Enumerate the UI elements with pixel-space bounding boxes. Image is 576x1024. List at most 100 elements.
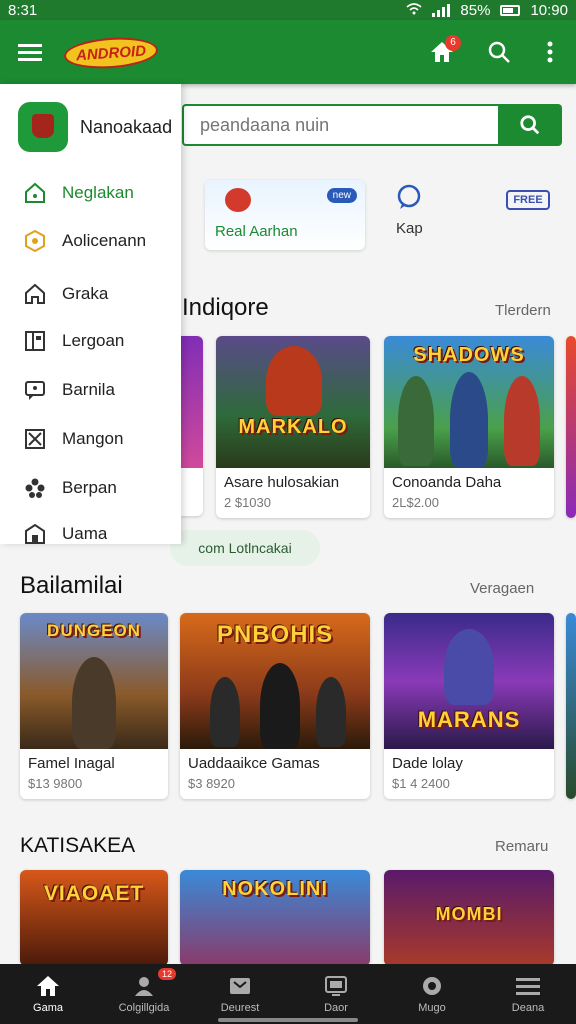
cluster-icon [24, 477, 46, 499]
notification-badge: 6 [445, 35, 461, 51]
search-icon [520, 115, 540, 135]
drawer-item-neglakan[interactable]: Neglakan [24, 182, 134, 204]
bottom-nav-label: Deurest [220, 1002, 260, 1014]
drawer-item-aolicenann[interactable]: Aolicenann [24, 230, 146, 252]
target-icon [24, 230, 46, 252]
game-card-partial[interactable] [566, 613, 576, 799]
drawer-header: Nanoakaad [18, 102, 172, 152]
search-button[interactable] [481, 34, 517, 70]
top-app-bar: ANDROID 6 [0, 20, 576, 84]
drawer-item-label: Neglakan [62, 183, 134, 202]
battery-percent: 85% [460, 1, 491, 19]
home-notifications-button[interactable]: 6 [424, 34, 461, 70]
status-icons: 85% 10:90 [406, 2, 568, 19]
battery-icon [500, 4, 521, 16]
category-chip-free[interactable]: FREE [506, 190, 550, 210]
bottom-nav-label: Mugo [418, 1002, 446, 1014]
game-art: SHADOWS [384, 336, 554, 468]
game-card[interactable]: MARKALO Asare hulosakian 2 $1030 [216, 336, 370, 518]
featured-banner[interactable]: new Real Aarhan [205, 180, 365, 250]
game-name: Famel Inagal [28, 755, 115, 772]
game-art: NOKOLINI [180, 870, 370, 966]
bottom-nav-home[interactable]: Gama [0, 964, 96, 1024]
game-name: Uaddaaikce Gamas [188, 755, 320, 772]
game-card[interactable]: MOMBI [384, 870, 554, 966]
bottom-nav-profile[interactable]: 12 Colgillgida [96, 964, 192, 1024]
section-link-1[interactable]: Tlerdern [495, 302, 551, 319]
bottom-nav-label: Gama [33, 1002, 63, 1014]
bottom-nav-deana[interactable]: Deana [480, 964, 576, 1024]
overflow-menu-button[interactable] [532, 34, 568, 70]
section-link-3[interactable]: Remaru [495, 838, 548, 855]
game-art: VIAOAET [20, 870, 168, 966]
bottom-nav-label: Deana [511, 1002, 545, 1014]
search-input[interactable] [182, 104, 498, 146]
bottom-nav-label: Daor [324, 1002, 348, 1014]
game-name: Dade lolay [392, 755, 463, 772]
game-card[interactable]: DUNGEON Famel Inagal $13 9800 [20, 613, 168, 799]
app-logo: ANDROID [63, 34, 159, 72]
book-icon [24, 330, 46, 352]
game-art: MOMBI [384, 870, 554, 966]
game-price: 2 $1030 [224, 495, 271, 510]
drawer-item-uama[interactable]: Uama [24, 524, 107, 544]
navigation-drawer: Nanoakaad Neglakan Aolicenann Graka Lerg… [0, 84, 181, 544]
drawer-item-label: Berpan [62, 478, 117, 497]
drawer-item-barnila[interactable]: Barnila [24, 379, 115, 401]
drawer-item-label: Barnila [62, 380, 115, 399]
category-chip-kap[interactable]: Kap [396, 184, 423, 237]
bottom-nav-deurest[interactable]: Deurest [192, 964, 288, 1024]
banner-label: Real Aarhan [215, 223, 298, 240]
user-icon [132, 974, 156, 998]
game-card[interactable]: PNBOHIS Uaddaaikce Gamas $3 8920 [180, 613, 370, 799]
menu-icon [18, 44, 42, 61]
section-title-3: KATISAKEA [20, 834, 136, 857]
drawer-item-mangon[interactable]: Mangon [24, 428, 123, 450]
game-art: MARKALO [216, 336, 370, 468]
game-card-partial[interactable] [566, 336, 576, 518]
drawer-item-label: Graka [62, 284, 109, 303]
tv-icon [324, 974, 348, 998]
search-bar [182, 104, 562, 146]
chat-bubble-icon [398, 184, 421, 209]
game-art: DUNGEON [20, 613, 168, 749]
wifi-icon [406, 2, 422, 19]
gear-icon [420, 974, 444, 998]
drawer-app-name: Nanoakaad [80, 116, 173, 137]
fruit-icon [225, 188, 251, 212]
game-art: MARANS [384, 613, 554, 749]
search-icon [488, 41, 510, 63]
game-art: PNBOHIS [180, 613, 370, 749]
drawer-item-graka[interactable]: Graka [24, 283, 108, 305]
drawer-item-berpan[interactable]: Berpan [24, 477, 117, 499]
game-price: $13 9800 [28, 776, 83, 791]
drawer-item-lergoan[interactable]: Lergoan [24, 330, 124, 352]
banner-bubble: new [326, 188, 357, 203]
app-icon [18, 102, 68, 152]
more-vert-icon [547, 41, 553, 63]
section-title-2: Bailamilai [20, 572, 123, 599]
house-icon [24, 283, 46, 305]
chip-label: Kap [396, 220, 423, 237]
game-card[interactable]: MARANS Dade lolay $1 4 2400 [384, 613, 554, 799]
see-more-pill[interactable]: com Lotlncakai [170, 530, 320, 566]
game-name: Conoanda Daha [392, 474, 502, 491]
section-link-2[interactable]: Veragaen [470, 580, 534, 597]
menu-icon [516, 974, 540, 998]
bottom-nav-label: Colgillgida [118, 1002, 170, 1014]
game-card[interactable]: SHADOWS Conoanda Daha 2L$2.00 [384, 336, 554, 518]
hamburger-menu-button[interactable] [12, 34, 48, 70]
home-icon [36, 974, 60, 998]
bottom-nav-daor[interactable]: Daor [288, 964, 384, 1024]
bottom-nav-mugo[interactable]: Mugo [384, 964, 480, 1024]
search-submit-button[interactable] [498, 104, 562, 146]
game-card[interactable]: VIAOAET [20, 870, 168, 966]
section-title-1: Indiqore [182, 294, 269, 321]
card-icon [228, 974, 252, 998]
bottom-nav-badge: 12 [158, 968, 177, 980]
game-card[interactable]: NOKOLINI [180, 870, 370, 966]
bottom-navigation: Gama 12 Colgillgida Deurest Daor Mugo De… [0, 964, 576, 1024]
status-bar: 8:31 85% 10:90 [0, 0, 576, 20]
shop-icon [24, 524, 46, 544]
status-time: 8:31 [8, 1, 38, 19]
